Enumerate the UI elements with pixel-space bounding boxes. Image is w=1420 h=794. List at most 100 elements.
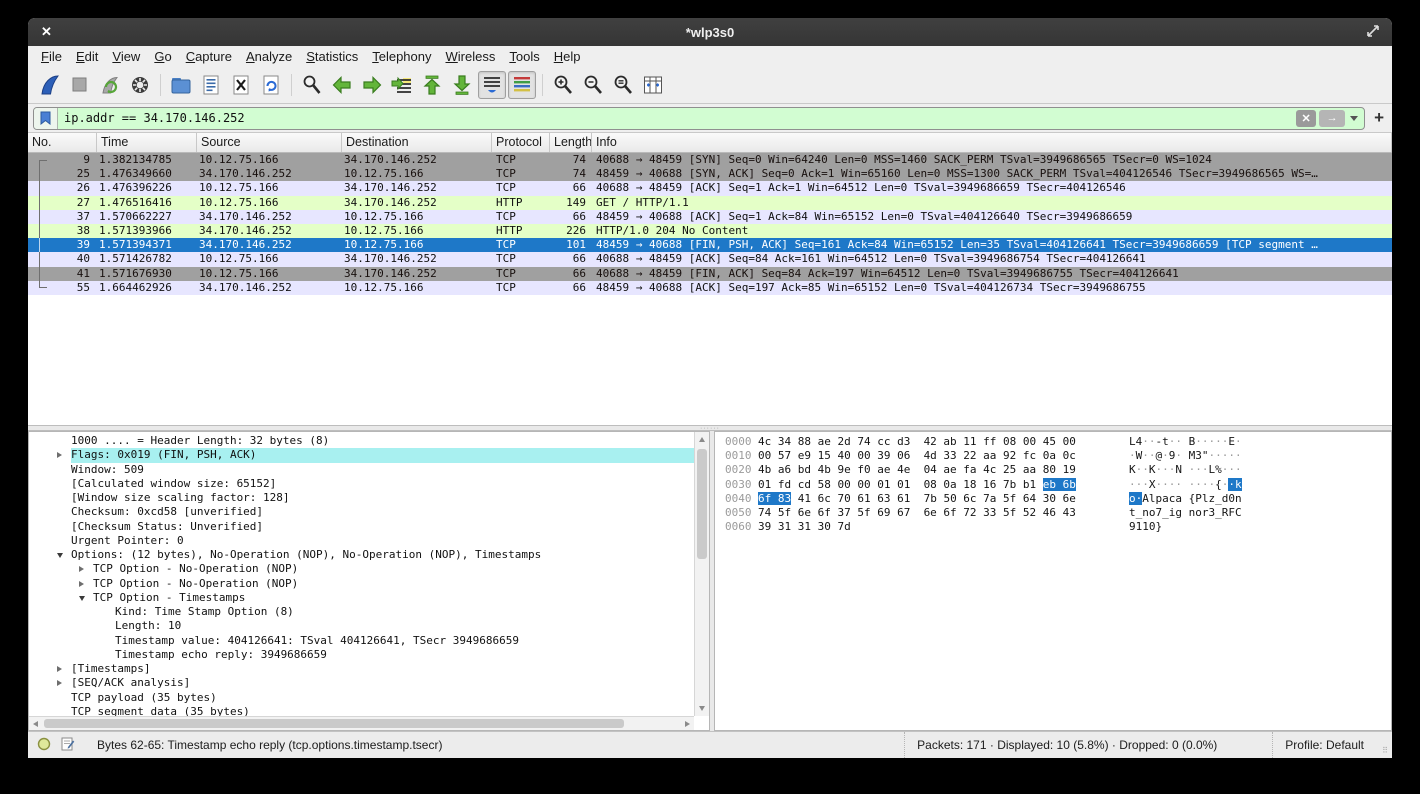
- ascii-bytes[interactable]: L4··-t·· B·····E·: [1129, 435, 1242, 449]
- stop-capture-icon[interactable]: [66, 71, 94, 99]
- hex-dump-row[interactable]: 00204b a6 bd 4b 9e f0 ae 4e 04 ae fa 4c …: [715, 463, 1391, 477]
- packet-row[interactable]: 91.38213478510.12.75.16634.170.146.252TC…: [28, 153, 1392, 167]
- close-window-icon[interactable]: ✕: [41, 24, 52, 40]
- column-header-source[interactable]: Source: [197, 133, 342, 152]
- detail-tree-item[interactable]: [SEQ/ACK analysis]: [29, 676, 694, 690]
- packet-row[interactable]: 381.57139396634.170.146.25210.12.75.166H…: [28, 224, 1392, 238]
- profile-status[interactable]: Profile: Default: [1272, 732, 1364, 758]
- hex-dump-row[interactable]: 003001 fd cd 58 00 00 01 01 08 0a 18 16 …: [715, 478, 1391, 492]
- find-packet-icon[interactable]: [298, 71, 326, 99]
- expander-closed-icon[interactable]: [57, 452, 62, 458]
- reload-file-icon[interactable]: [257, 71, 285, 99]
- hex-dump-row[interactable]: 006039 31 31 30 7d9110}: [715, 520, 1391, 534]
- packet-row[interactable]: 371.57066222734.170.146.25210.12.75.166T…: [28, 210, 1392, 224]
- hex-bytes[interactable]: 4c 34 88 ae 2d 74 cc d3 42 ab 11 ff 08 0…: [758, 435, 1076, 449]
- packet-row[interactable]: 251.47634966034.170.146.25210.12.75.166T…: [28, 167, 1392, 181]
- auto-scroll-icon[interactable]: [478, 71, 506, 99]
- hex-bytes[interactable]: 01 fd cd 58 00 00 01 01 08 0a 18 16 7b b…: [758, 478, 1076, 492]
- packet-row[interactable]: 551.66446292634.170.146.25210.12.75.166T…: [28, 281, 1392, 295]
- column-header-no[interactable]: No.: [28, 133, 97, 152]
- menu-wireless[interactable]: Wireless: [439, 49, 503, 64]
- packet-row[interactable]: 401.57142678210.12.75.16634.170.146.252T…: [28, 252, 1392, 266]
- capture-options-icon[interactable]: [126, 71, 154, 99]
- detail-tree-item[interactable]: Window: 509: [29, 463, 694, 477]
- detail-tree-item[interactable]: TCP Option - Timestamps: [29, 591, 694, 605]
- menu-edit[interactable]: Edit: [69, 49, 105, 64]
- detail-tree-item[interactable]: TCP payload (35 bytes): [29, 691, 694, 705]
- detail-tree-item[interactable]: Checksum: 0xcd58 [unverified]: [29, 505, 694, 519]
- detail-tree-item[interactable]: Options: (12 bytes), No-Operation (NOP),…: [29, 548, 694, 562]
- scroll-up-icon[interactable]: [699, 437, 705, 442]
- detail-tree-item[interactable]: TCP Option - No-Operation (NOP): [29, 562, 694, 576]
- menu-capture[interactable]: Capture: [179, 49, 239, 64]
- detail-tree-item[interactable]: [Timestamps]: [29, 662, 694, 676]
- detail-vertical-scrollbar[interactable]: [694, 432, 709, 716]
- filter-dropdown-icon[interactable]: [1350, 116, 1358, 121]
- column-header-length[interactable]: Length: [550, 133, 592, 152]
- scrollbar-thumb[interactable]: [697, 449, 707, 559]
- close-file-icon[interactable]: [227, 71, 255, 99]
- hex-dump-row[interactable]: 00406f 83 41 6c 70 61 63 61 7b 50 6c 7a …: [715, 492, 1391, 506]
- expert-info-icon[interactable]: [37, 737, 51, 754]
- go-back-icon[interactable]: [328, 71, 356, 99]
- filter-apply-icon[interactable]: →: [1319, 110, 1345, 127]
- expander-open-icon[interactable]: [57, 553, 63, 558]
- hex-bytes[interactable]: 00 57 e9 15 40 00 39 06 4d 33 22 aa 92 f…: [758, 449, 1076, 463]
- hex-dump-row[interactable]: 00004c 34 88 ae 2d 74 cc d3 42 ab 11 ff …: [715, 435, 1391, 449]
- packet-row[interactable]: 261.47639622610.12.75.16634.170.146.252T…: [28, 181, 1392, 195]
- scroll-left-icon[interactable]: [33, 721, 38, 727]
- filter-add-button[interactable]: +: [1374, 108, 1384, 128]
- resize-grip-icon[interactable]: ⠿: [1382, 746, 1389, 755]
- hex-bytes[interactable]: 74 5f 6e 6f 37 5f 69 67 6e 6f 72 33 5f 5…: [758, 506, 1076, 520]
- detail-tree-item[interactable]: 1000 .... = Header Length: 32 bytes (8): [29, 434, 694, 448]
- hex-bytes[interactable]: 39 31 31 30 7d: [758, 520, 851, 534]
- menu-file[interactable]: File: [34, 49, 69, 64]
- column-header-destination[interactable]: Destination: [342, 133, 492, 152]
- packet-row[interactable]: 391.57139437134.170.146.25210.12.75.166T…: [28, 238, 1392, 252]
- zoom-out-icon[interactable]: [579, 71, 607, 99]
- packet-row[interactable]: 271.47651641610.12.75.16634.170.146.252H…: [28, 196, 1392, 210]
- scroll-right-icon[interactable]: [685, 721, 690, 727]
- expander-closed-icon[interactable]: [57, 666, 62, 672]
- hex-dump-row[interactable]: 001000 57 e9 15 40 00 39 06 4d 33 22 aa …: [715, 449, 1391, 463]
- resize-columns-icon[interactable]: [639, 71, 667, 99]
- menu-view[interactable]: View: [105, 49, 147, 64]
- filter-bookmark-icon[interactable]: [34, 108, 58, 129]
- display-filter-input[interactable]: ip.addr == 34.170.146.252 ✕ →: [33, 107, 1365, 130]
- packet-row[interactable]: 411.57167693010.12.75.16634.170.146.252T…: [28, 267, 1392, 281]
- detail-tree-item[interactable]: Length: 10: [29, 619, 694, 633]
- ascii-bytes[interactable]: ·W··@·9· M3"·····: [1129, 449, 1242, 463]
- zoom-reset-icon[interactable]: [609, 71, 637, 99]
- scroll-down-icon[interactable]: [699, 706, 705, 711]
- menu-help[interactable]: Help: [547, 49, 588, 64]
- hex-dump-row[interactable]: 005074 5f 6e 6f 37 5f 69 67 6e 6f 72 33 …: [715, 506, 1391, 520]
- ascii-bytes[interactable]: K··K···N ···L%···: [1129, 463, 1242, 477]
- save-file-icon[interactable]: [197, 71, 225, 99]
- detail-tree-item[interactable]: [Checksum Status: Unverified]: [29, 520, 694, 534]
- expander-closed-icon[interactable]: [79, 581, 84, 587]
- expander-closed-icon[interactable]: [79, 566, 84, 572]
- go-last-icon[interactable]: [448, 71, 476, 99]
- column-header-time[interactable]: Time: [97, 133, 197, 152]
- detail-tree-item[interactable]: Urgent Pointer: 0: [29, 534, 694, 548]
- detail-horizontal-scrollbar[interactable]: [29, 716, 694, 730]
- splitter-grip-icon[interactable]: ······: [700, 427, 720, 430]
- start-capture-icon[interactable]: [36, 71, 64, 99]
- go-forward-icon[interactable]: [358, 71, 386, 99]
- open-file-icon[interactable]: [167, 71, 195, 99]
- go-to-packet-icon[interactable]: [388, 71, 416, 99]
- ascii-bytes[interactable]: ···X···· ····{··k: [1129, 478, 1242, 492]
- detail-tree-item[interactable]: Timestamp value: 404126641: TSval 404126…: [29, 634, 694, 648]
- detail-tree-item[interactable]: Timestamp echo reply: 3949686659: [29, 648, 694, 662]
- filter-text[interactable]: ip.addr == 34.170.146.252: [58, 111, 1296, 125]
- zoom-in-icon[interactable]: [549, 71, 577, 99]
- scrollbar-thumb[interactable]: [44, 719, 624, 728]
- column-header-protocol[interactable]: Protocol: [492, 133, 550, 152]
- detail-tree-item[interactable]: [Window size scaling factor: 128]: [29, 491, 694, 505]
- ascii-bytes[interactable]: t_no7_ig nor3_RFC: [1129, 506, 1242, 520]
- detail-tree-item[interactable]: [Calculated window size: 65152]: [29, 477, 694, 491]
- hex-bytes[interactable]: 4b a6 bd 4b 9e f0 ae 4e 04 ae fa 4c 25 a…: [758, 463, 1076, 477]
- maximize-icon[interactable]: [1366, 24, 1380, 43]
- menu-statistics[interactable]: Statistics: [299, 49, 365, 64]
- hex-bytes[interactable]: 6f 83 41 6c 70 61 63 61 7b 50 6c 7a 5f 6…: [758, 492, 1076, 506]
